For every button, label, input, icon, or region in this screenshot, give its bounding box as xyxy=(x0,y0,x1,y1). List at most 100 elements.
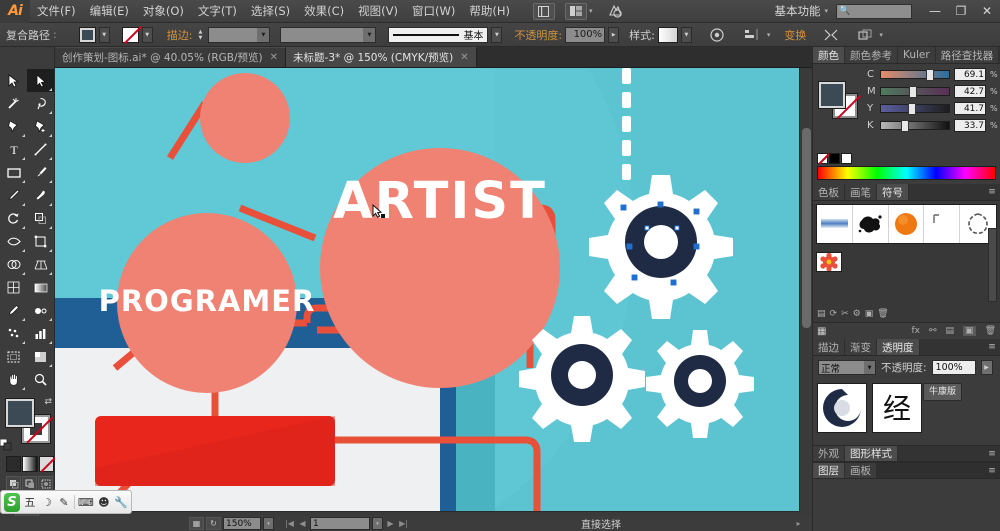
scale-tool[interactable] xyxy=(27,207,54,230)
symbols-panel[interactable]: ▤ ⟳ ✂ ⚙ ▣ 🗑 xyxy=(813,204,1000,322)
paintbrush-tool[interactable] xyxy=(27,161,54,184)
symbol-delete-icon[interactable]: 🗑 xyxy=(877,309,888,319)
symbol-red-flower[interactable] xyxy=(816,252,842,272)
color-fill-swatch[interactable] xyxy=(818,81,846,109)
fill-swatch-button[interactable] xyxy=(78,26,96,43)
draw-behind-button[interactable] xyxy=(22,476,37,491)
stroke-weight-stepper[interactable]: ▲ ▼ xyxy=(195,27,205,43)
mesh-tool[interactable] xyxy=(0,276,27,299)
draw-normal-button[interactable] xyxy=(6,476,21,491)
align-icon[interactable] xyxy=(742,26,764,44)
strip-link-icon[interactable]: ⚯ xyxy=(929,326,937,336)
fill-color-swatch[interactable] xyxy=(5,398,35,428)
symbol-sprayer-tool[interactable] xyxy=(0,322,27,345)
menu-select[interactable]: 选择(S) xyxy=(244,0,297,23)
color-spectrum-bar[interactable] xyxy=(817,166,996,180)
stroke-style-caret[interactable]: ▼ xyxy=(491,26,503,43)
swap-fill-stroke-icon[interactable]: ⇄ xyxy=(44,397,52,407)
arrange-objects-icon[interactable] xyxy=(854,26,876,44)
channel-value-m[interactable]: 42.7 xyxy=(954,85,986,98)
prev-artboard-button[interactable]: ◀ xyxy=(297,519,308,528)
symbol-libraries-icon[interactable]: ▤ xyxy=(817,309,826,319)
direct-selection-tool[interactable] xyxy=(27,69,54,92)
none-mode-button[interactable] xyxy=(38,456,54,472)
symbol-ink-splat[interactable] xyxy=(852,205,889,243)
input-mode-wubi[interactable]: 五 xyxy=(23,493,37,512)
artboard-number-field[interactable]: 1 xyxy=(310,517,370,530)
channel-value-k[interactable]: 33.7 xyxy=(954,119,986,132)
tab-appearance[interactable]: 外观 xyxy=(813,446,845,461)
tab-brushes[interactable]: 画笔 xyxy=(845,184,877,200)
voice-input-icon[interactable]: ✎ xyxy=(57,493,71,512)
status-rotate-icon[interactable]: ↻ xyxy=(206,517,221,530)
isolate-icon[interactable] xyxy=(820,26,842,44)
status-caret-icon[interactable]: ▸ xyxy=(793,519,804,528)
artboard-tool[interactable] xyxy=(0,345,27,368)
zoom-level-caret[interactable]: ▾ xyxy=(263,517,274,530)
pencil-tool[interactable] xyxy=(0,184,27,207)
blend-tool[interactable] xyxy=(27,299,54,322)
hand-tool[interactable] xyxy=(0,368,27,391)
graphic-style-swirl[interactable] xyxy=(817,383,867,433)
symbol-orange-sphere[interactable] xyxy=(888,205,925,243)
slice-tool[interactable] xyxy=(27,345,54,368)
artboard-number-caret[interactable]: ▾ xyxy=(372,517,383,530)
menu-edit[interactable]: 编辑(E) xyxy=(83,0,136,23)
channel-slider-k[interactable] xyxy=(880,120,950,132)
search-input[interactable]: 🔍 xyxy=(836,3,912,19)
tab-swatches[interactable]: 色板 xyxy=(813,184,845,200)
menu-help[interactable]: 帮助(H) xyxy=(462,0,517,23)
tab-color-guide[interactable]: 颜色参考 xyxy=(845,47,898,63)
soft-keyboard-icon[interactable]: ⌨ xyxy=(78,493,94,512)
opacity-field[interactable]: 100% xyxy=(565,26,606,43)
tab-gradient[interactable]: 渐变 xyxy=(845,339,877,355)
selection-tool[interactable] xyxy=(0,69,27,92)
graphic-styles-panel-menu-icon[interactable]: ≡ xyxy=(984,449,1000,459)
rectangle-tool[interactable] xyxy=(0,161,27,184)
tab-artboards[interactable]: 画板 xyxy=(845,463,877,478)
symbol-break-link-icon[interactable]: ✂ xyxy=(841,309,849,319)
transform-label[interactable]: 变换 xyxy=(784,27,806,43)
symbol-new-icon[interactable]: ▣ xyxy=(865,309,874,319)
symbol-corner-mark[interactable] xyxy=(924,205,961,243)
settings-wrench-icon[interactable]: 🔧 xyxy=(114,493,128,512)
free-transform-tool[interactable] xyxy=(27,230,54,253)
magic-wand-tool[interactable] xyxy=(0,92,27,115)
opacity-caret[interactable]: ▶ xyxy=(608,26,620,43)
rotate-tool[interactable] xyxy=(0,207,27,230)
color-mode-button[interactable] xyxy=(6,456,22,472)
menu-view[interactable]: 视图(V) xyxy=(351,0,405,23)
channel-slider-c[interactable] xyxy=(880,69,950,81)
line-segment-tool[interactable] xyxy=(27,138,54,161)
strip-new-icon[interactable]: ▣ xyxy=(963,326,976,336)
ime-toolbar[interactable]: S 五 ☽ ✎ ⌨ ☻ 🔧 xyxy=(0,490,132,514)
style-swatch[interactable] xyxy=(657,26,678,43)
perspective-grid-tool[interactable] xyxy=(27,253,54,276)
type-tool[interactable]: T xyxy=(0,138,27,161)
first-artboard-button[interactable]: |◀ xyxy=(284,519,295,528)
zoom-level-field[interactable]: 150% xyxy=(223,517,261,530)
canvas-area[interactable]: PROGRAMER ARTIST xyxy=(55,68,799,511)
menu-object[interactable]: 对象(O) xyxy=(136,0,191,23)
transparency-opacity-field[interactable]: 100% xyxy=(931,360,976,375)
moon-mode-icon[interactable]: ☽ xyxy=(40,493,54,512)
stroke-dropdown-caret[interactable]: ▼ xyxy=(141,26,153,43)
strip-layer-icon[interactable]: ▤ xyxy=(946,326,955,336)
layers-panel-menu-icon[interactable]: ≡ xyxy=(984,466,1000,476)
black-swatch[interactable] xyxy=(829,153,840,164)
transparency-panel-menu-icon[interactable]: ≡ xyxy=(984,339,1000,355)
menu-type[interactable]: 文字(T) xyxy=(191,0,244,23)
symbol-gradient-bar[interactable] xyxy=(817,205,853,243)
width-tool[interactable] xyxy=(0,230,27,253)
eyedropper-tool[interactable] xyxy=(0,299,27,322)
canvas-vertical-scrollbar[interactable] xyxy=(799,68,812,511)
arrange-objects-caret-icon[interactable]: ▾ xyxy=(879,31,883,39)
none-swatch[interactable] xyxy=(817,153,830,165)
recolor-artwork-icon[interactable] xyxy=(706,26,728,44)
ime-logo[interactable]: S xyxy=(4,492,20,512)
menu-effect[interactable]: 效果(C) xyxy=(297,0,351,23)
gradient-tool[interactable] xyxy=(27,276,54,299)
blob-brush-tool[interactable] xyxy=(27,184,54,207)
last-artboard-button[interactable]: ▶| xyxy=(398,519,409,528)
tab-stroke[interactable]: 描边 xyxy=(813,339,845,355)
